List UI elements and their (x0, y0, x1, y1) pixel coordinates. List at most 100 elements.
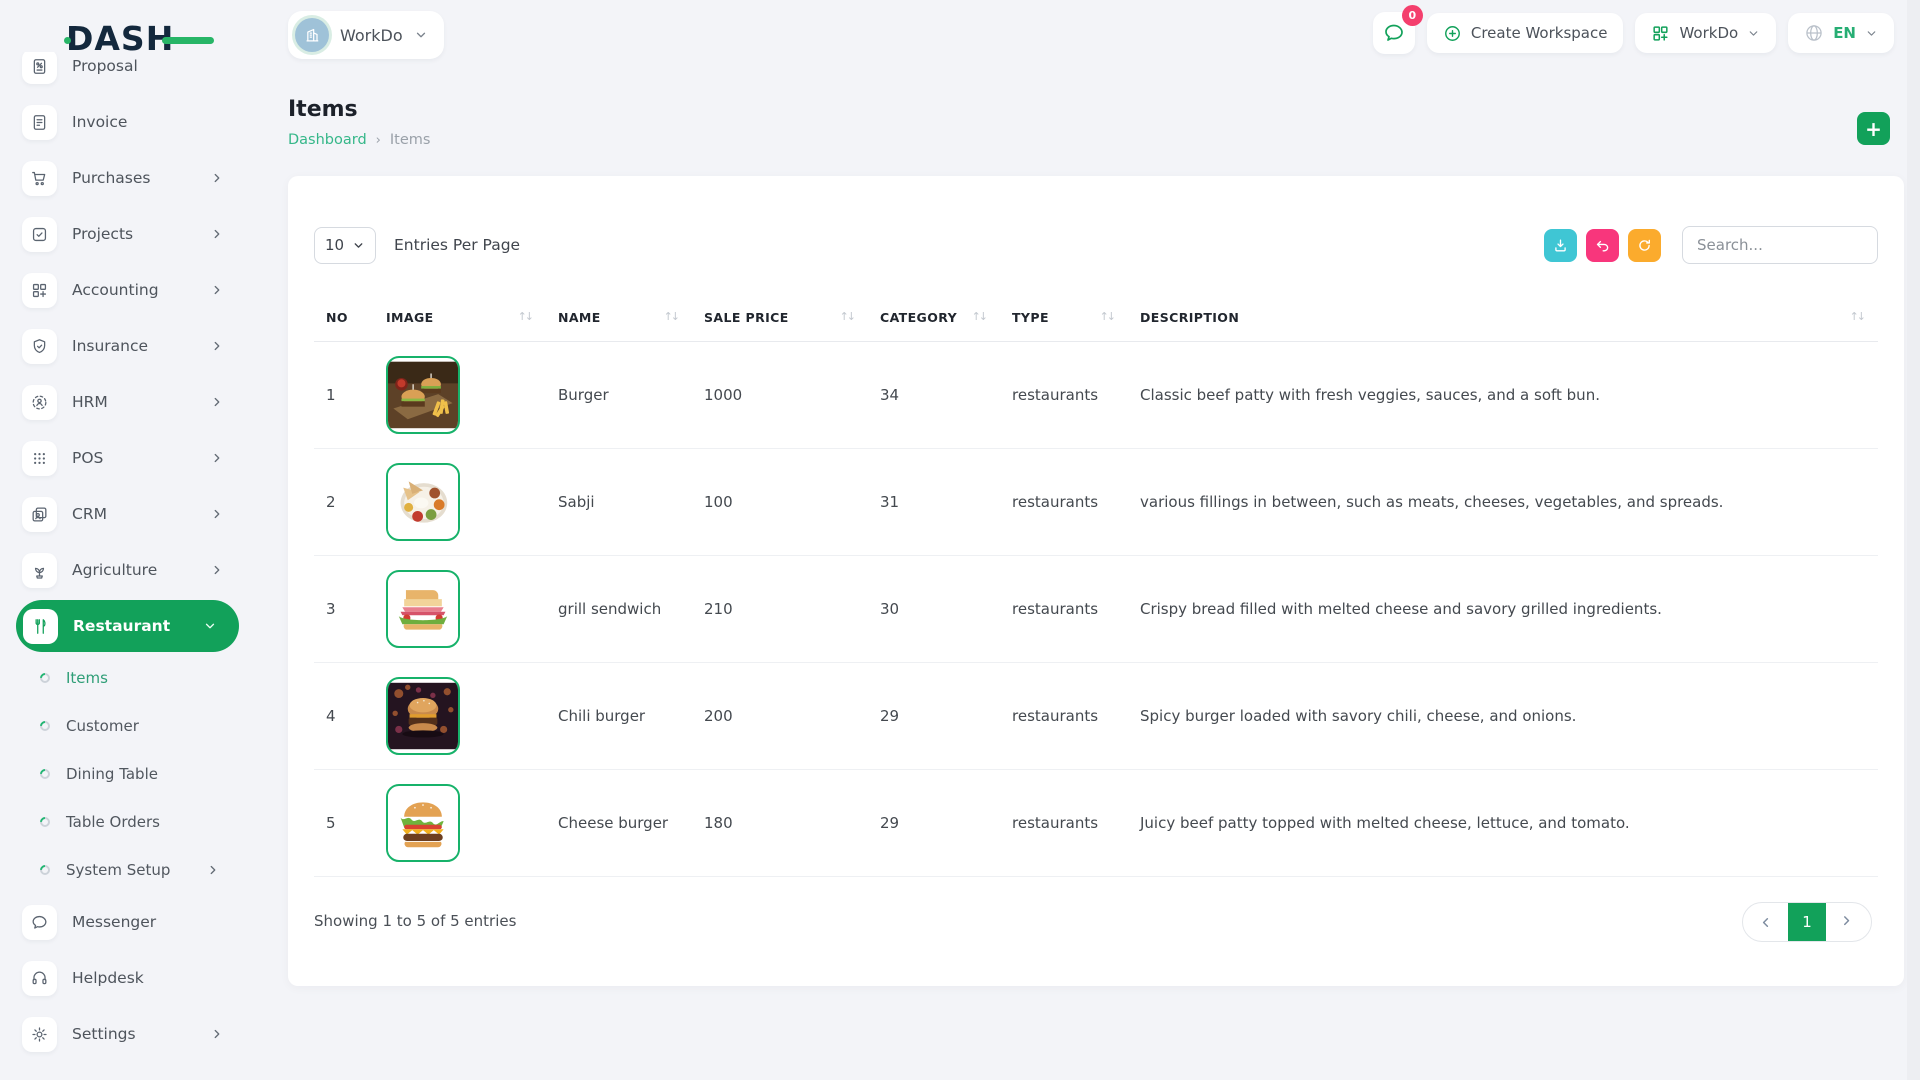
scrollbar-track[interactable] (1907, 0, 1920, 1080)
cell-no: 5 (314, 770, 374, 877)
create-workspace-button[interactable]: Create Workspace (1427, 13, 1624, 53)
sort-icon[interactable]: ↑↓ (972, 310, 992, 323)
refresh-button[interactable] (1628, 229, 1661, 262)
sidebar-subitem-customer[interactable]: Customer (0, 702, 252, 750)
chili-burger-photo[interactable] (386, 677, 460, 755)
sidebar-item-crm[interactable]: CRM (0, 486, 252, 542)
chevron-left-icon (1758, 915, 1773, 930)
sidebar-item-messenger[interactable]: Messenger (0, 894, 252, 950)
app-logo[interactable]: DASH (66, 22, 196, 56)
sort-icon[interactable]: ↑↓ (518, 310, 538, 323)
building-icon (295, 18, 329, 52)
table-actions (1544, 226, 1878, 264)
chevron-right-icon (1841, 915, 1856, 930)
table-controls: 10 Entries Per Page (314, 226, 1878, 264)
sort-icon[interactable]: ↑↓ (1100, 310, 1120, 323)
sidebar-item-proposal[interactable]: Proposal (0, 52, 252, 94)
chevron-right-icon (210, 339, 224, 353)
workdo-menu[interactable]: WorkDo (1635, 13, 1776, 53)
grill-sandwich-photo[interactable] (386, 570, 460, 648)
cell-no: 3 (314, 556, 374, 663)
entries-per-page-value: 10 (325, 236, 344, 254)
export-download-button[interactable] (1544, 229, 1577, 262)
workspace-selector[interactable]: WorkDo (288, 11, 444, 59)
cell-type: restaurants (1000, 556, 1128, 663)
items-table: NO IMAGE ↑↓ NAME ↑↓ SALE PRICE ↑↓ CATEGO… (314, 292, 1878, 877)
logo-green-bar (162, 37, 214, 44)
headset-icon (22, 961, 57, 996)
breadcrumb-dashboard-link[interactable]: Dashboard (288, 132, 367, 148)
column-header-type[interactable]: TYPE ↑↓ (1000, 292, 1128, 342)
column-header-sale-price[interactable]: SALE PRICE ↑↓ (692, 292, 868, 342)
table-row: 3 grill sendwich 210 30 restaurants Cris… (314, 556, 1878, 663)
chevron-right-icon (210, 227, 224, 241)
table-row: 1 Burger 1000 34 restaurants Classic bee… (314, 342, 1878, 449)
sidebar-subitem-dining-table[interactable]: Dining Table (0, 750, 252, 798)
cell-name: Chili burger (546, 663, 692, 770)
cell-name: Cheese burger (546, 770, 692, 877)
cell-type: restaurants (1000, 342, 1128, 449)
chevron-right-icon (210, 563, 224, 577)
add-item-button[interactable]: + (1857, 112, 1890, 145)
notification-badge: 0 (1402, 5, 1423, 26)
language-selector[interactable]: EN (1788, 13, 1894, 53)
page-number-button[interactable]: 1 (1788, 903, 1826, 941)
workspace-name: WorkDo (340, 26, 403, 45)
grid-plus-icon (1651, 24, 1670, 43)
entries-summary: Showing 1 to 5 of 5 entries (314, 912, 516, 930)
fork-knife-icon (23, 609, 58, 644)
column-header-no: NO (314, 292, 374, 342)
chevron-down-icon (203, 619, 217, 633)
breadcrumb-current: Items (390, 132, 431, 148)
cell-name: Burger (546, 342, 692, 449)
sabji-thali-photo[interactable] (386, 463, 460, 541)
burger-platter-photo[interactable] (386, 356, 460, 434)
proposal-icon (22, 52, 57, 84)
bullet-icon (38, 863, 52, 877)
chat-bubble-icon (22, 905, 57, 940)
sidebar-item-agriculture[interactable]: Agriculture (0, 542, 252, 598)
chevron-right-icon: › (376, 133, 381, 148)
chevron-right-icon (210, 171, 224, 185)
sort-icon[interactable]: ↑↓ (664, 310, 684, 323)
chevron-right-icon (210, 1027, 224, 1041)
chevron-right-icon (210, 507, 224, 521)
sidebar-subitem-items[interactable]: Items (0, 654, 252, 702)
sidebar-subitem-system-setup[interactable]: System Setup (0, 846, 252, 894)
sidebar-item-invoice[interactable]: Invoice (0, 94, 252, 150)
table-row: 2 Sabji 100 31 restaurants various filli… (314, 449, 1878, 556)
search-input[interactable] (1682, 226, 1878, 264)
column-header-description[interactable]: DESCRIPTION ↑↓ (1128, 292, 1878, 342)
sort-icon[interactable]: ↑↓ (1850, 310, 1870, 323)
sidebar-item-accounting[interactable]: Accounting (0, 262, 252, 318)
next-page-button[interactable] (1826, 903, 1871, 941)
invoice-icon (22, 105, 57, 140)
previous-page-button[interactable] (1743, 903, 1788, 941)
bullet-icon (38, 815, 52, 829)
messages-button[interactable]: 0 (1373, 12, 1415, 54)
cheese-burger-photo[interactable] (386, 784, 460, 862)
sort-icon[interactable]: ↑↓ (840, 310, 860, 323)
undo-button[interactable] (1586, 229, 1619, 262)
column-header-image[interactable]: IMAGE ↑↓ (374, 292, 546, 342)
cell-name: Sabji (546, 449, 692, 556)
sidebar-nav: Proposal Invoice Purchases Projects Acco… (0, 52, 252, 1080)
sidebar-item-pos[interactable]: POS (0, 430, 252, 486)
sidebar-item-restaurant[interactable]: Restaurant (16, 600, 239, 652)
sidebar-item-insurance[interactable]: Insurance (0, 318, 252, 374)
sidebar-subitem-table-orders[interactable]: Table Orders (0, 798, 252, 846)
items-card: 10 Entries Per Page NO IMAGE ↑↓ (288, 176, 1904, 986)
refresh-icon (1636, 237, 1653, 254)
sidebar-item-hrm[interactable]: HRM (0, 374, 252, 430)
undo-icon (1594, 237, 1611, 254)
cell-sale-price: 100 (692, 449, 868, 556)
dots-grid-icon (22, 441, 57, 476)
entries-per-page-select[interactable]: 10 (314, 227, 376, 264)
sidebar-item-helpdesk[interactable]: Helpdesk (0, 950, 252, 1006)
column-header-category[interactable]: CATEGORY ↑↓ (868, 292, 1000, 342)
column-header-name[interactable]: NAME ↑↓ (546, 292, 692, 342)
sidebar-item-settings[interactable]: Settings (0, 1006, 252, 1062)
sidebar-item-purchases[interactable]: Purchases (0, 150, 252, 206)
bullet-icon (38, 671, 52, 685)
sidebar-item-projects[interactable]: Projects (0, 206, 252, 262)
